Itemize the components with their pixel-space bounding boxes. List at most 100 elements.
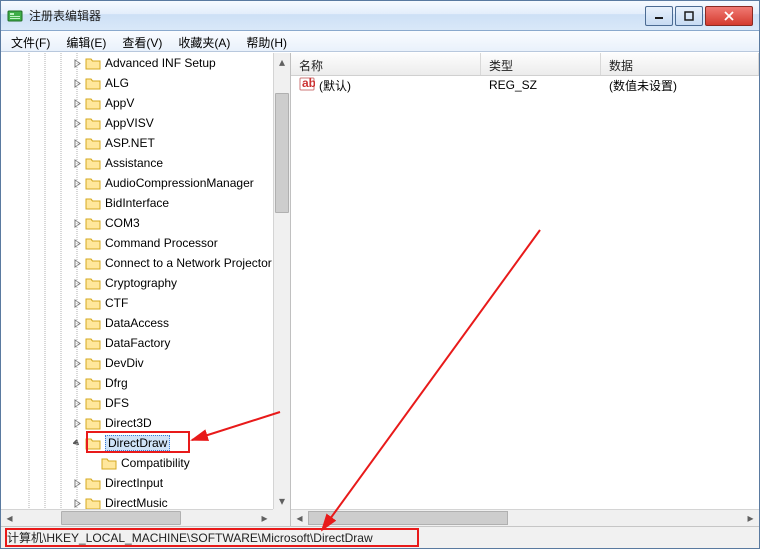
tree-node[interactable]: Advanced INF Setup bbox=[1, 53, 273, 73]
scroll-thumb[interactable] bbox=[308, 511, 508, 525]
scroll-down-icon[interactable]: ▾ bbox=[274, 492, 290, 509]
tree-node[interactable]: Assistance bbox=[1, 153, 273, 173]
tree-node-label: DFS bbox=[105, 396, 129, 410]
expand-icon[interactable] bbox=[71, 57, 83, 69]
tree-node-label: AppVISV bbox=[105, 116, 154, 130]
value-name: (默认) bbox=[319, 77, 351, 94]
app-icon bbox=[7, 8, 23, 24]
tree-node[interactable]: Cryptography bbox=[1, 273, 273, 293]
tree-node[interactable]: DirectDraw bbox=[1, 433, 273, 453]
tree-node[interactable]: AppVISV bbox=[1, 113, 273, 133]
tree-node-label: Command Processor bbox=[105, 236, 218, 250]
expand-icon[interactable] bbox=[71, 497, 83, 509]
expand-icon[interactable] bbox=[71, 317, 83, 329]
column-header-name[interactable]: 名称 bbox=[291, 53, 481, 75]
tree-node[interactable]: AppV bbox=[1, 93, 273, 113]
tree-node[interactable]: DataFactory bbox=[1, 333, 273, 353]
expand-icon[interactable] bbox=[71, 237, 83, 249]
tree-node[interactable]: DevDiv bbox=[1, 353, 273, 373]
expand-icon[interactable] bbox=[71, 417, 83, 429]
menu-edit[interactable]: 编辑(E) bbox=[58, 31, 114, 51]
tree-node-label: Compatibility bbox=[121, 456, 190, 470]
expand-icon[interactable] bbox=[71, 277, 83, 289]
column-header-type[interactable]: 类型 bbox=[481, 53, 601, 75]
tree-node[interactable]: DFS bbox=[1, 393, 273, 413]
expand-icon[interactable] bbox=[71, 137, 83, 149]
expand-icon[interactable] bbox=[71, 257, 83, 269]
scroll-right-icon[interactable]: ▸ bbox=[256, 510, 273, 526]
expand-icon[interactable] bbox=[71, 297, 83, 309]
window-title: 注册表编辑器 bbox=[29, 7, 643, 24]
tree-node-label: DirectInput bbox=[105, 476, 163, 490]
tree-node-label: Cryptography bbox=[105, 276, 177, 290]
expand-icon[interactable] bbox=[71, 397, 83, 409]
menu-file[interactable]: 文件(F) bbox=[3, 31, 58, 51]
tree-node[interactable]: COM3 bbox=[1, 213, 273, 233]
titlebar[interactable]: 注册表编辑器 bbox=[1, 1, 759, 31]
tree-node-label: Advanced INF Setup bbox=[105, 56, 216, 70]
tree-node-label: COM3 bbox=[105, 216, 140, 230]
tree-node[interactable]: DirectMusic bbox=[1, 493, 273, 509]
maximize-button[interactable] bbox=[675, 6, 703, 26]
expand-icon[interactable] bbox=[71, 117, 83, 129]
menu-help[interactable]: 帮助(H) bbox=[238, 31, 295, 51]
tree-node-label: CTF bbox=[105, 296, 128, 310]
scroll-left-icon[interactable]: ◂ bbox=[1, 510, 18, 526]
tree-node[interactable]: Direct3D bbox=[1, 413, 273, 433]
collapse-icon[interactable] bbox=[71, 437, 83, 449]
tree-scroll: Advanced INF Setup ALGAppV AppVISV ASP.NET A… bbox=[1, 53, 290, 526]
tree-node[interactable]: BidInterface bbox=[1, 193, 273, 213]
list-body[interactable]: ab(默认)REG_SZ(数值未设置) ◂ ▸ bbox=[291, 76, 759, 526]
scroll-right-icon[interactable]: ▸ bbox=[742, 510, 759, 526]
scroll-corner bbox=[273, 509, 290, 526]
reg-string-icon: ab bbox=[299, 76, 315, 95]
tree-node[interactable]: Command Processor bbox=[1, 233, 273, 253]
list-row[interactable]: ab(默认)REG_SZ(数值未设置) bbox=[291, 76, 759, 94]
scroll-thumb[interactable] bbox=[275, 93, 289, 213]
minimize-button[interactable] bbox=[645, 6, 673, 26]
tree-horizontal-scrollbar[interactable]: ◂ ▸ bbox=[1, 509, 273, 526]
tree-panel: Advanced INF Setup ALGAppV AppVISV ASP.NET A… bbox=[1, 53, 291, 526]
tree-node-label: Connect to a Network Projector bbox=[105, 256, 272, 270]
expand-icon[interactable] bbox=[71, 77, 83, 89]
tree-node-label: DataAccess bbox=[105, 316, 169, 330]
menu-view[interactable]: 查看(V) bbox=[114, 31, 170, 51]
tree-node[interactable]: AudioCompressionManager bbox=[1, 173, 273, 193]
regedit-window: 注册表编辑器 文件(F) 编辑(E) 查看(V) 收藏夹(A) 帮助(H) bbox=[0, 0, 760, 549]
list-panel: 名称 类型 数据 ab(默认)REG_SZ(数值未设置) ◂ ▸ bbox=[291, 53, 759, 526]
expand-icon[interactable] bbox=[71, 217, 83, 229]
tree-node[interactable]: Dfrg bbox=[1, 373, 273, 393]
tree-node[interactable]: DataAccess bbox=[1, 313, 273, 333]
tree-node[interactable]: CTF bbox=[1, 293, 273, 313]
tree-node[interactable]: Connect to a Network Projector bbox=[1, 253, 273, 273]
tree-vertical-scrollbar[interactable]: ▴ ▾ bbox=[273, 53, 290, 509]
expand-icon[interactable] bbox=[71, 377, 83, 389]
expand-icon[interactable] bbox=[71, 177, 83, 189]
expand-icon[interactable] bbox=[71, 97, 83, 109]
column-header-data[interactable]: 数据 bbox=[601, 53, 759, 75]
tree-node-label: DataFactory bbox=[105, 336, 170, 350]
tree-node-label: Dfrg bbox=[105, 376, 128, 390]
menu-favorites[interactable]: 收藏夹(A) bbox=[170, 31, 238, 51]
tree-node[interactable]: ALG bbox=[1, 73, 273, 93]
client-area: Advanced INF Setup ALGAppV AppVISV ASP.NET A… bbox=[1, 52, 759, 526]
scroll-thumb[interactable] bbox=[61, 511, 181, 525]
expand-icon[interactable] bbox=[71, 157, 83, 169]
scroll-up-icon[interactable]: ▴ bbox=[274, 53, 290, 70]
tree-view[interactable]: Advanced INF Setup ALGAppV AppVISV ASP.NET A… bbox=[1, 53, 273, 509]
tree-node-label: Assistance bbox=[105, 156, 163, 170]
tree-node[interactable]: Compatibility bbox=[1, 453, 273, 473]
expand-icon[interactable] bbox=[71, 477, 83, 489]
tree-node[interactable]: DirectInput bbox=[1, 473, 273, 493]
close-button[interactable] bbox=[705, 6, 753, 26]
scroll-left-icon[interactable]: ◂ bbox=[291, 510, 308, 526]
menubar: 文件(F) 编辑(E) 查看(V) 收藏夹(A) 帮助(H) bbox=[1, 31, 759, 52]
tree-node[interactable]: ASP.NET bbox=[1, 133, 273, 153]
expand-icon[interactable] bbox=[71, 357, 83, 369]
statusbar: 计算机\HKEY_LOCAL_MACHINE\SOFTWARE\Microsof… bbox=[1, 526, 759, 548]
tree-node-label: DirectDraw bbox=[105, 435, 170, 451]
expand-icon[interactable] bbox=[71, 337, 83, 349]
window-controls bbox=[643, 6, 753, 26]
value-data: (数值未设置) bbox=[601, 77, 759, 94]
list-horizontal-scrollbar[interactable]: ◂ ▸ bbox=[291, 509, 759, 526]
